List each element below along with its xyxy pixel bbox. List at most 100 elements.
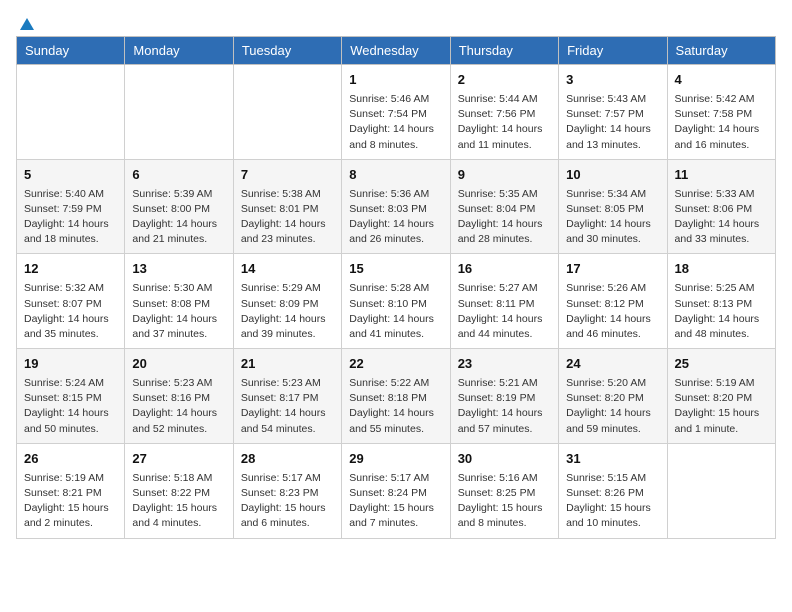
day-info: Sunrise: 5:21 AM Sunset: 8:19 PM Dayligh…: [458, 376, 551, 437]
day-number: 2: [458, 71, 551, 90]
calendar-table: SundayMondayTuesdayWednesdayThursdayFrid…: [16, 36, 776, 539]
day-info: Sunrise: 5:27 AM Sunset: 8:11 PM Dayligh…: [458, 281, 551, 342]
calendar-cell: 29Sunrise: 5:17 AM Sunset: 8:24 PM Dayli…: [342, 443, 450, 538]
calendar-cell: 27 Sunrise: 5:18 AM Sunset: 8:22 PM Dayli…: [125, 443, 233, 538]
day-info: Sunrise: 5:17 AM Sunset: 8:23 PM Dayligh…: [241, 471, 334, 532]
calendar-cell: 17 Sunrise: 5:26 AM Sunset: 8:12 PM Dayli…: [559, 254, 667, 349]
day-info: Sunrise: 5:43 AM Sunset: 7:57 PM Dayligh…: [566, 92, 659, 153]
calendar-week-row: 12 Sunrise: 5:32 AM Sunset: 8:07 PM Dayli…: [17, 254, 776, 349]
calendar-cell: 19 Sunrise: 5:24 AM Sunset: 8:15 PM Dayli…: [17, 349, 125, 444]
day-info: Sunrise: 5:39 AM Sunset: 8:00 PM Dayligh…: [132, 187, 225, 248]
day-info: Sunrise: 5:28 AM Sunset: 8:10 PM Dayligh…: [349, 281, 442, 342]
calendar-cell: [233, 65, 341, 160]
weekday-header-wednesday: Wednesday: [342, 37, 450, 65]
day-number: 28: [241, 450, 334, 469]
calendar-cell: 7Sunrise: 5:38 AM Sunset: 8:01 PM Daylig…: [233, 159, 341, 254]
day-info: Sunrise: 5:20 AM Sunset: 8:20 PM Dayligh…: [566, 376, 659, 437]
calendar-cell: 21 Sunrise: 5:23 AM Sunset: 8:17 PM Dayli…: [233, 349, 341, 444]
day-info: Sunrise: 5:34 AM Sunset: 8:05 PM Dayligh…: [566, 187, 659, 248]
day-info: Sunrise: 5:36 AM Sunset: 8:03 PM Dayligh…: [349, 187, 442, 248]
day-info: Sunrise: 5:35 AM Sunset: 8:04 PM Dayligh…: [458, 187, 551, 248]
day-info: Sunrise: 5:26 AM Sunset: 8:12 PM Dayligh…: [566, 281, 659, 342]
day-info: Sunrise: 5:32 AM Sunset: 8:07 PM Dayligh…: [24, 281, 117, 342]
day-number: 16: [458, 260, 551, 279]
day-number: 24: [566, 355, 659, 374]
logo-icon: [18, 16, 36, 34]
calendar-cell: 11 Sunrise: 5:33 AM Sunset: 8:06 PM Dayli…: [667, 159, 775, 254]
calendar-cell: 23 Sunrise: 5:21 AM Sunset: 8:19 PM Dayli…: [450, 349, 558, 444]
day-number: 3: [566, 71, 659, 90]
calendar-cell: 4Sunrise: 5:42 AM Sunset: 7:58 PM Daylig…: [667, 65, 775, 160]
calendar-cell: 12 Sunrise: 5:32 AM Sunset: 8:07 PM Dayli…: [17, 254, 125, 349]
day-number: 22: [349, 355, 442, 374]
day-info: Sunrise: 5:23 AM Sunset: 8:16 PM Dayligh…: [132, 376, 225, 437]
calendar-cell: 20 Sunrise: 5:23 AM Sunset: 8:16 PM Dayli…: [125, 349, 233, 444]
day-number: 29: [349, 450, 442, 469]
day-info: Sunrise: 5:29 AM Sunset: 8:09 PM Dayligh…: [241, 281, 334, 342]
calendar-cell: 9 Sunrise: 5:35 AM Sunset: 8:04 PM Daylig…: [450, 159, 558, 254]
calendar-cell: 13 Sunrise: 5:30 AM Sunset: 8:08 PM Dayli…: [125, 254, 233, 349]
day-number: 25: [675, 355, 768, 374]
day-number: 11: [675, 166, 768, 185]
calendar-cell: 24 Sunrise: 5:20 AM Sunset: 8:20 PM Dayli…: [559, 349, 667, 444]
weekday-header-tuesday: Tuesday: [233, 37, 341, 65]
weekday-header-sunday: Sunday: [17, 37, 125, 65]
day-info: Sunrise: 5:19 AM Sunset: 8:20 PM Dayligh…: [675, 376, 768, 437]
day-number: 20: [132, 355, 225, 374]
day-number: 17: [566, 260, 659, 279]
day-number: 14: [241, 260, 334, 279]
day-number: 12: [24, 260, 117, 279]
calendar-week-row: 19 Sunrise: 5:24 AM Sunset: 8:15 PM Dayli…: [17, 349, 776, 444]
weekday-header-thursday: Thursday: [450, 37, 558, 65]
day-number: 8: [349, 166, 442, 185]
day-number: 27: [132, 450, 225, 469]
calendar-cell: 18Sunrise: 5:25 AM Sunset: 8:13 PM Dayli…: [667, 254, 775, 349]
page-header: [16, 16, 776, 28]
calendar-cell: 2 Sunrise: 5:44 AM Sunset: 7:56 PM Daylig…: [450, 65, 558, 160]
weekday-header-saturday: Saturday: [667, 37, 775, 65]
day-info: Sunrise: 5:23 AM Sunset: 8:17 PM Dayligh…: [241, 376, 334, 437]
day-number: 9: [458, 166, 551, 185]
calendar-cell: 26 Sunrise: 5:19 AM Sunset: 8:21 PM Dayli…: [17, 443, 125, 538]
day-number: 31: [566, 450, 659, 469]
day-number: 4: [675, 71, 768, 90]
calendar-cell: 28 Sunrise: 5:17 AM Sunset: 8:23 PM Dayli…: [233, 443, 341, 538]
day-number: 23: [458, 355, 551, 374]
calendar-cell: 25 Sunrise: 5:19 AM Sunset: 8:20 PM Dayli…: [667, 349, 775, 444]
calendar-cell: 5Sunrise: 5:40 AM Sunset: 7:59 PM Daylig…: [17, 159, 125, 254]
calendar-cell: 16 Sunrise: 5:27 AM Sunset: 8:11 PM Dayli…: [450, 254, 558, 349]
day-number: 30: [458, 450, 551, 469]
day-number: 1: [349, 71, 442, 90]
calendar-week-row: 26 Sunrise: 5:19 AM Sunset: 8:21 PM Dayli…: [17, 443, 776, 538]
calendar-cell: 3 Sunrise: 5:43 AM Sunset: 7:57 PM Daylig…: [559, 65, 667, 160]
day-number: 19: [24, 355, 117, 374]
calendar-week-row: 5Sunrise: 5:40 AM Sunset: 7:59 PM Daylig…: [17, 159, 776, 254]
calendar-cell: 15Sunrise: 5:28 AM Sunset: 8:10 PM Dayli…: [342, 254, 450, 349]
day-number: 26: [24, 450, 117, 469]
weekday-header-monday: Monday: [125, 37, 233, 65]
calendar-cell: 31Sunrise: 5:15 AM Sunset: 8:26 PM Dayli…: [559, 443, 667, 538]
weekday-header-friday: Friday: [559, 37, 667, 65]
calendar-cell: [667, 443, 775, 538]
day-number: 18: [675, 260, 768, 279]
day-number: 13: [132, 260, 225, 279]
calendar-cell: 22 Sunrise: 5:22 AM Sunset: 8:18 PM Dayli…: [342, 349, 450, 444]
calendar-cell: [17, 65, 125, 160]
day-info: Sunrise: 5:24 AM Sunset: 8:15 PM Dayligh…: [24, 376, 117, 437]
day-info: Sunrise: 5:33 AM Sunset: 8:06 PM Dayligh…: [675, 187, 768, 248]
day-info: Sunrise: 5:44 AM Sunset: 7:56 PM Dayligh…: [458, 92, 551, 153]
day-info: Sunrise: 5:18 AM Sunset: 8:22 PM Dayligh…: [132, 471, 225, 532]
day-number: 10: [566, 166, 659, 185]
logo: [16, 16, 36, 28]
calendar-cell: 8 Sunrise: 5:36 AM Sunset: 8:03 PM Daylig…: [342, 159, 450, 254]
day-info: Sunrise: 5:19 AM Sunset: 8:21 PM Dayligh…: [24, 471, 117, 532]
calendar-week-row: 1 Sunrise: 5:46 AM Sunset: 7:54 PM Daylig…: [17, 65, 776, 160]
day-info: Sunrise: 5:22 AM Sunset: 8:18 PM Dayligh…: [349, 376, 442, 437]
calendar-cell: 6Sunrise: 5:39 AM Sunset: 8:00 PM Daylig…: [125, 159, 233, 254]
day-info: Sunrise: 5:30 AM Sunset: 8:08 PM Dayligh…: [132, 281, 225, 342]
calendar-cell: 10 Sunrise: 5:34 AM Sunset: 8:05 PM Dayli…: [559, 159, 667, 254]
calendar-header-row: SundayMondayTuesdayWednesdayThursdayFrid…: [17, 37, 776, 65]
day-number: 7: [241, 166, 334, 185]
day-number: 21: [241, 355, 334, 374]
day-info: Sunrise: 5:46 AM Sunset: 7:54 PM Dayligh…: [349, 92, 442, 153]
